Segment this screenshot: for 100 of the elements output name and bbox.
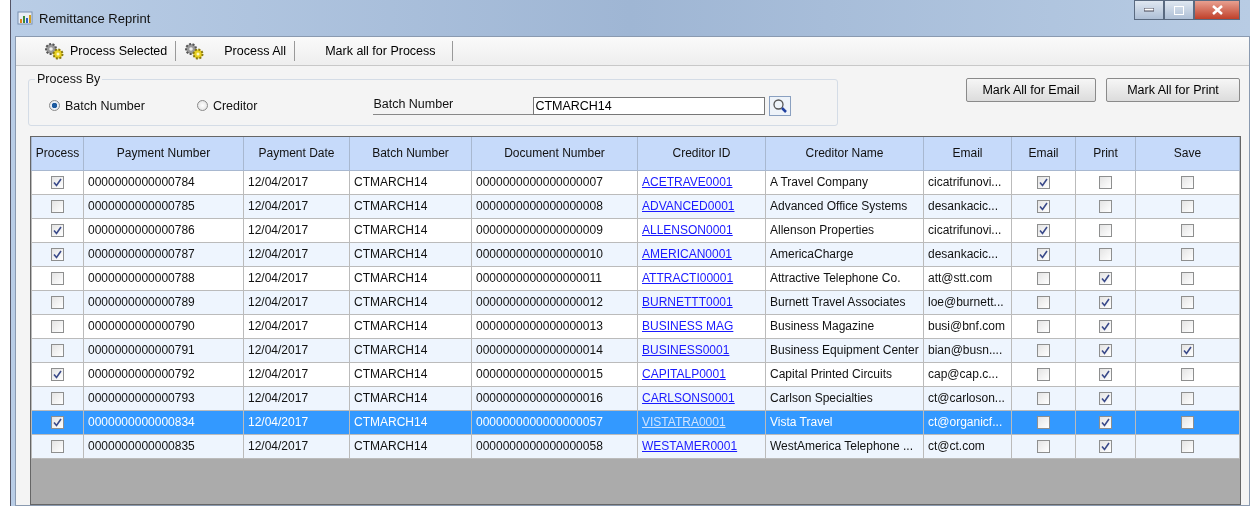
checkbox[interactable] <box>1181 248 1194 262</box>
column-header[interactable]: Email <box>1011 137 1076 170</box>
checkbox[interactable] <box>51 320 64 334</box>
table-cell: 0000000000000000009 <box>476 223 603 237</box>
checkbox[interactable] <box>1181 176 1194 190</box>
mark-all-button[interactable]: Mark All for Print <box>1106 78 1240 102</box>
column-header[interactable]: Process <box>31 137 84 170</box>
column-header[interactable]: Payment Date <box>243 137 350 170</box>
checkbox[interactable] <box>1099 200 1112 214</box>
table-cell: Business Equipment Center <box>770 343 919 357</box>
search-button[interactable] <box>769 95 792 116</box>
checkbox[interactable] <box>1099 176 1112 190</box>
table-cell: 12/04/2017 <box>248 271 309 285</box>
minimize-button[interactable] <box>1134 0 1164 20</box>
close-button[interactable] <box>1194 0 1240 20</box>
column-header[interactable]: Print <box>1075 137 1136 170</box>
table-cell: CTMARCH14 <box>354 223 428 237</box>
checkbox[interactable] <box>1181 224 1194 238</box>
checkbox[interactable] <box>1181 392 1194 406</box>
table-cell: cap@cap.c... <box>928 367 999 381</box>
checkbox[interactable] <box>51 416 64 430</box>
checkbox[interactable] <box>1181 344 1194 358</box>
checkbox[interactable] <box>51 248 64 262</box>
checkbox[interactable] <box>51 368 64 382</box>
checkbox[interactable] <box>51 344 64 358</box>
toolbar-button[interactable]: Process All <box>176 41 296 61</box>
checkbox[interactable] <box>51 176 64 190</box>
table-row[interactable]: 0000000000000788 12/04/2017 CTMARCH14 0000000000000000011 ATTRACTI00001 Attractive Telephone Co. att@stt.com <box>31 266 1240 290</box>
checkbox[interactable] <box>1037 224 1050 238</box>
column-header[interactable]: Save <box>1135 137 1240 170</box>
table-cell: 12/04/2017 <box>248 415 309 429</box>
table-cell: Capital Printed Circuits <box>770 367 893 381</box>
table-row[interactable]: 0000000000000835 12/04/2017 CTMARCH14 0000000000000000058 WESTAMER0001 WestAmerica Telephone ... ct@ct.com <box>31 434 1240 458</box>
checkbox[interactable] <box>1099 416 1112 430</box>
checkbox[interactable] <box>1037 248 1050 262</box>
checkbox[interactable] <box>1037 200 1050 214</box>
table-cell: cicatrifunovi... <box>928 223 1002 237</box>
checkbox[interactable] <box>1099 344 1112 358</box>
column-header[interactable]: Creditor ID <box>637 137 766 170</box>
table-cell: 0000000000000000008 <box>476 199 603 213</box>
mark-all-button[interactable]: Mark All for Email <box>966 78 1096 102</box>
batch-number-field[interactable]: CTMARCH14 <box>533 96 766 115</box>
column-header[interactable]: Document Number <box>471 137 638 170</box>
checkbox[interactable] <box>1181 200 1194 214</box>
table-row[interactable]: 0000000000000791 12/04/2017 CTMARCH14 0000000000000000014 BUSINESS0001 Business Equipment Center bian@busn.... <box>31 338 1240 362</box>
table-cell: 12/04/2017 <box>248 199 309 213</box>
column-header[interactable]: Payment Number <box>83 137 244 170</box>
table-row[interactable]: 0000000000000793 12/04/2017 CTMARCH14 0000000000000000016 CARLSONS0001 Carlson Specialties ct@carloson... <box>31 386 1240 410</box>
checkbox[interactable] <box>51 224 64 238</box>
checkbox[interactable] <box>51 296 64 310</box>
table-cell: 0000000000000787 <box>88 247 195 261</box>
checkbox[interactable] <box>1181 272 1194 286</box>
checkbox[interactable] <box>1181 440 1194 454</box>
checkbox[interactable] <box>1099 368 1112 382</box>
checkbox[interactable] <box>1181 296 1194 310</box>
checkbox[interactable] <box>1099 224 1112 238</box>
checkbox[interactable] <box>51 272 64 286</box>
table-cell: Allenson Properties <box>770 223 875 237</box>
column-header[interactable]: Email <box>923 137 1012 170</box>
checkbox[interactable] <box>1099 272 1112 286</box>
checkbox[interactable] <box>51 392 64 406</box>
checkbox[interactable] <box>1037 176 1050 190</box>
checkbox[interactable] <box>1181 416 1194 430</box>
table-row[interactable]: 0000000000000787 12/04/2017 CTMARCH14 0000000000000000010 AMERICAN0001 AmericaCharge desankacic... <box>31 242 1240 266</box>
checkbox[interactable] <box>1037 392 1050 406</box>
checkbox[interactable] <box>1099 320 1112 334</box>
table-row[interactable]: 0000000000000784 12/04/2017 CTMARCH14 0000000000000000007 ACETRAVE0001 A Travel Company cicatrifunovi... <box>31 170 1240 194</box>
checkbox[interactable] <box>1037 296 1050 310</box>
table-row[interactable]: 0000000000000792 12/04/2017 CTMARCH14 0000000000000000015 CAPITALP0001 Capital Printed Circuits cap@cap.c... <box>31 362 1240 386</box>
radio-option[interactable]: Batch Number <box>49 98 145 113</box>
table-cell: 0000000000000834 <box>88 415 195 429</box>
toolbar-button[interactable]: Mark all for Process <box>295 41 453 61</box>
table-row[interactable]: 0000000000000785 12/04/2017 CTMARCH14 0000000000000000008 ADVANCED0001 Advanced Office Systems desankacic... <box>31 194 1240 218</box>
table-row[interactable]: 0000000000000790 12/04/2017 CTMARCH14 0000000000000000013 BUSINESS MAG Business Magazine busi@bnf.com <box>31 314 1240 338</box>
checkbox[interactable] <box>1037 344 1050 358</box>
checkbox[interactable] <box>1099 440 1112 454</box>
maximize-button[interactable] <box>1164 0 1194 20</box>
table-cell: CTMARCH14 <box>354 439 428 453</box>
checkbox[interactable] <box>51 440 64 454</box>
table-cell: 0000000000000000013 <box>476 319 603 333</box>
radio-option[interactable]: Creditor <box>196 98 258 113</box>
checkbox[interactable] <box>51 200 64 214</box>
checkbox[interactable] <box>1181 368 1194 382</box>
checkbox[interactable] <box>1037 320 1050 334</box>
checkbox[interactable] <box>1037 272 1050 286</box>
table-cell: 0000000000000000015 <box>476 367 603 381</box>
checkbox[interactable] <box>1037 416 1050 430</box>
field-label: Batch Number <box>373 96 534 115</box>
checkbox[interactable] <box>1099 296 1112 310</box>
checkbox[interactable] <box>1181 320 1194 334</box>
table-cell: Attractive Telephone Co. <box>770 271 901 285</box>
checkbox[interactable] <box>1037 440 1050 454</box>
table-row[interactable]: 0000000000000789 12/04/2017 CTMARCH14 0000000000000000012 BURNETTT0001 Burnett Travel Associates loe@burnett... <box>31 290 1240 314</box>
column-header[interactable]: Batch Number <box>349 137 472 170</box>
checkbox[interactable] <box>1099 248 1112 262</box>
table-row[interactable]: 0000000000000786 12/04/2017 CTMARCH14 0000000000000000009 ALLENSON0001 Allenson Properties cicatrifunovi... <box>31 218 1240 242</box>
toolbar-button[interactable]: Process Selected <box>36 41 177 61</box>
checkbox[interactable] <box>1037 368 1050 382</box>
column-header[interactable]: Creditor Name <box>765 137 924 170</box>
checkbox[interactable] <box>1099 392 1112 406</box>
